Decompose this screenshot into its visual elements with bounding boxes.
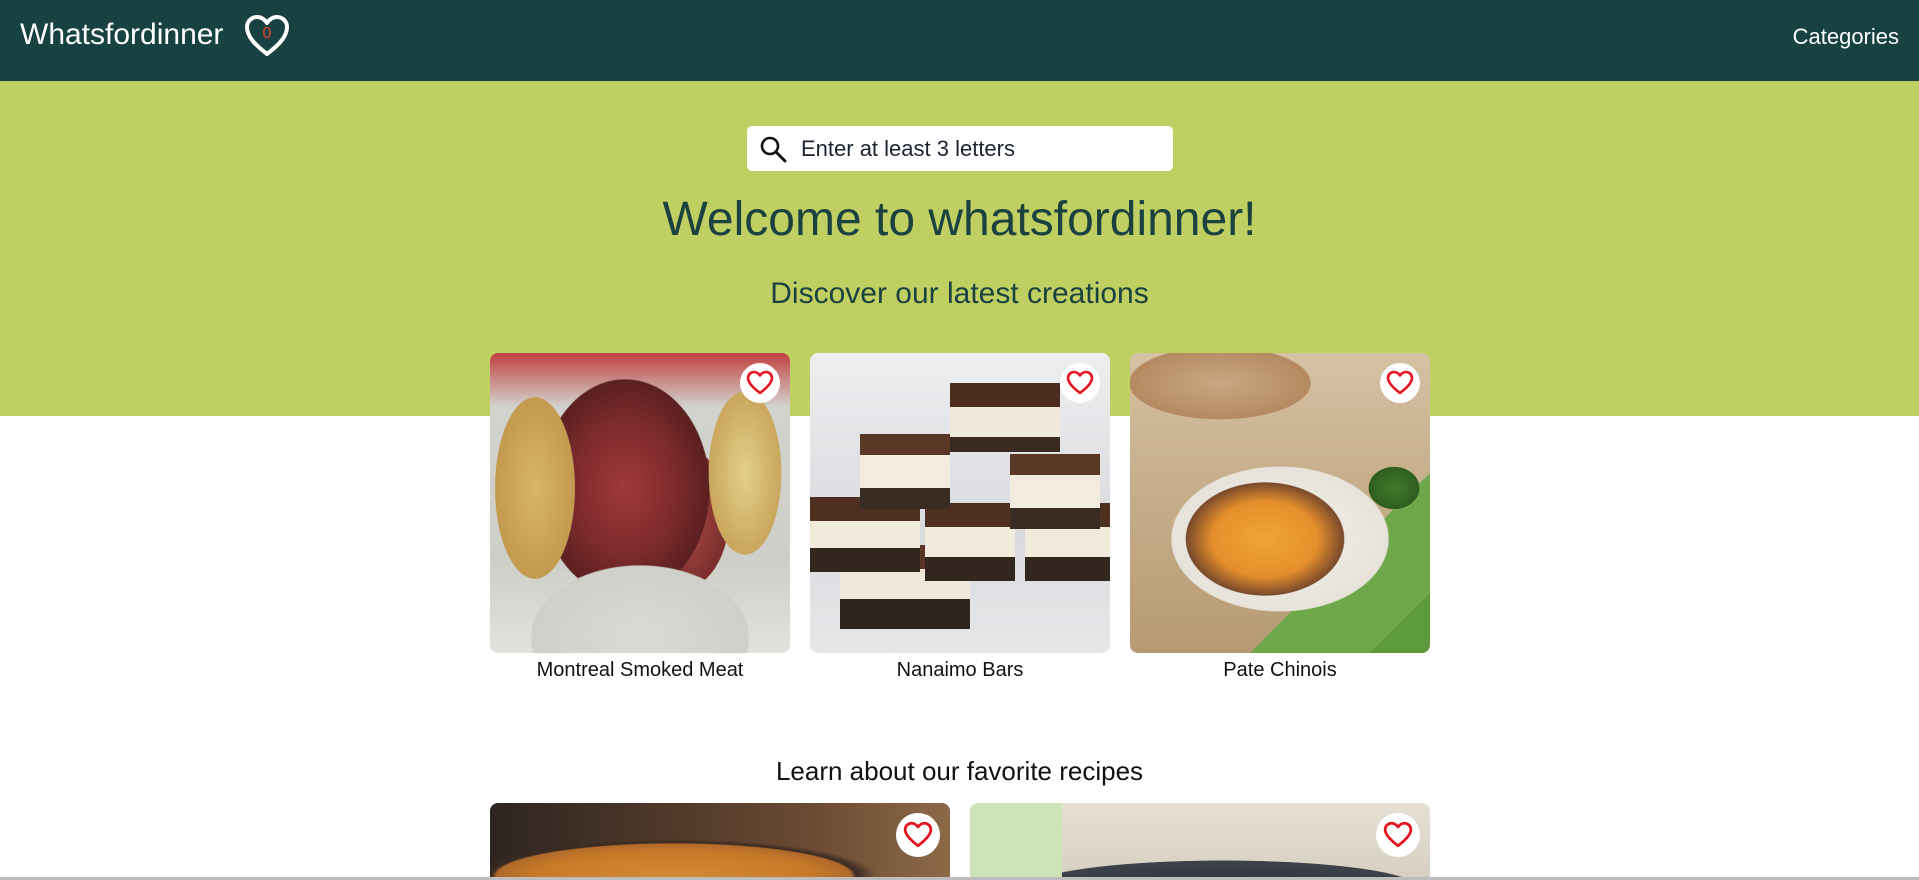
favorite-button[interactable] (896, 813, 940, 857)
search-icon (760, 136, 787, 162)
favorite-button[interactable] (740, 363, 780, 403)
heart-outline-icon (1066, 370, 1094, 395)
recipe-card-pate-chinois[interactable]: Pate Chinois (1130, 353, 1430, 682)
top-navbar: Whatsfordinner 0 Categories (0, 0, 1919, 81)
favorite-recipe-card[interactable] (970, 803, 1430, 880)
search-input[interactable] (801, 135, 1141, 162)
recipe-card-montreal-smoked-meat[interactable]: Montreal Smoked Meat (490, 353, 790, 682)
recipe-image[interactable] (490, 353, 790, 653)
favorite-button[interactable] (1380, 363, 1420, 403)
recipe-title[interactable]: Pate Chinois (1130, 659, 1430, 682)
favorites-counter[interactable]: 0 (244, 14, 290, 58)
recipe-card-nanaimo-bars[interactable]: Nanaimo Bars (810, 353, 1110, 682)
heart-outline-icon (1383, 821, 1413, 848)
favorites-count-badge: 0 (262, 25, 272, 42)
latest-section-title: Discover our latest creations (770, 277, 1149, 310)
favorites-section-title: Learn about our favorite recipes (775, 756, 1144, 786)
brand-logo-link[interactable]: Whatsfordinner (20, 18, 223, 52)
favorite-button[interactable] (1060, 363, 1100, 403)
search-bar[interactable] (747, 126, 1173, 171)
heart-outline-icon (746, 370, 774, 395)
recipe-title[interactable]: Montreal Smoked Meat (490, 659, 790, 682)
categories-link[interactable]: Categories (1793, 24, 1899, 50)
favorite-button[interactable] (1376, 813, 1420, 857)
heart-outline-icon (1386, 370, 1414, 395)
recipe-image[interactable] (810, 353, 1110, 653)
page-title: Welcome to whatsfordinner! (662, 193, 1257, 246)
recipe-image[interactable] (1130, 353, 1430, 653)
favorite-recipe-card[interactable] (490, 803, 950, 880)
heart-outline-icon (903, 821, 933, 848)
recipe-title[interactable]: Nanaimo Bars (810, 659, 1110, 682)
